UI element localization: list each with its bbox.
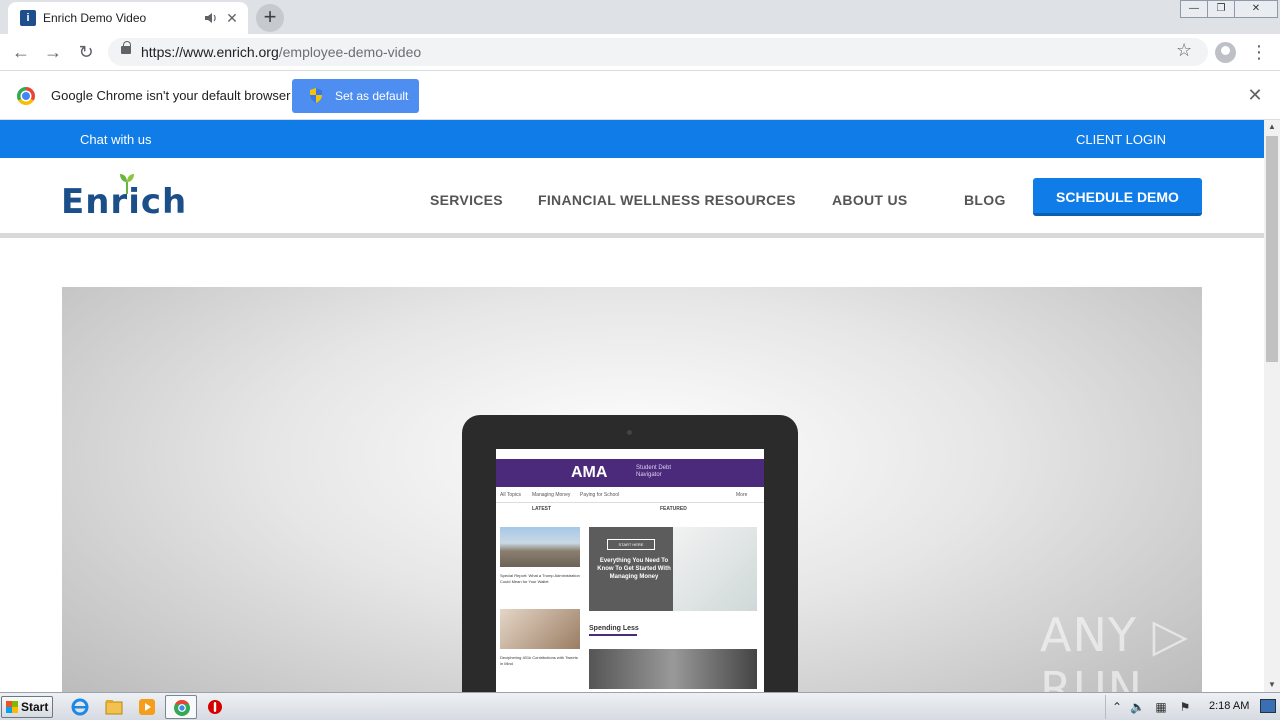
back-icon[interactable]: ← [9,41,33,65]
client-login-link[interactable]: CLIENT LOGIN [1076,132,1166,147]
screen-feature-card: START HERE Everything You Need To Know T… [589,527,757,611]
nav-blog[interactable]: BLOG [964,192,1006,208]
scroll-up-icon[interactable]: ▲ [1264,120,1280,134]
web-page: Chat with us CLIENT LOGIN Enrich SERVICE… [0,120,1264,692]
screen-article-1: Special Report: What a Trump Administrat… [500,573,580,584]
media-player-icon[interactable] [137,697,157,717]
screen-featured-heading: FEATURED [660,506,687,512]
screen-thumbnail-2 [500,609,580,649]
scroll-thumb[interactable] [1266,136,1278,362]
site-header: Enrich SERVICES FINANCIAL WELLNESS RESOU… [0,158,1264,238]
screen-topline [496,449,764,459]
screen-underline [589,634,637,636]
screen-nav-item: Paying for School [580,492,620,498]
start-label: Start [21,700,49,714]
nav-about-us[interactable]: ABOUT US [832,192,908,208]
show-desktop-icon[interactable] [1260,699,1276,713]
minimize-button[interactable]: — [1180,0,1208,18]
network-icon[interactable]: ▦ [1154,700,1168,714]
system-tray: ⌃ 🔈 ▦ ⚑ [1105,695,1280,719]
tab-title: Enrich Demo Video [43,11,147,25]
window-close-button[interactable]: ✕ [1234,0,1278,18]
action-center-flag-icon[interactable]: ⚑ [1178,700,1192,714]
screen-article-2: Deciphering 401k Contributions with Twee… [500,655,578,666]
screen-nav-item: More [736,492,748,498]
tablet-screen: AMA Student Debt Navigator All Topics Ma… [496,449,764,692]
screen-spending-less: Spending Less [589,625,639,632]
chrome-menu-icon[interactable]: ⋮ [1250,41,1268,65]
nav-services[interactable]: SERVICES [430,192,503,208]
nav-financial-wellness-resources[interactable]: FINANCIAL WELLNESS RESOURCES [538,192,796,208]
scroll-down-icon[interactable]: ▼ [1264,678,1280,692]
enrich-logo[interactable]: Enrich [61,182,187,222]
forward-icon[interactable]: → [41,41,65,65]
screen-thumbnail-3 [589,649,757,689]
url-path: /employee-demo-video [278,44,422,60]
windows-flag-icon [6,701,18,713]
file-explorer-icon[interactable] [104,697,124,717]
infobar-message: Google Chrome isn't your default browser [51,88,291,103]
browser-toolbar: ← → ↻ https://www.enrich.org/employee-de… [0,34,1280,71]
volume-icon[interactable]: 🔈 [1130,700,1145,714]
start-button[interactable]: Start [1,696,53,718]
show-hidden-icons-icon[interactable]: ⌃ [1110,700,1124,714]
tablet-image: AMA Student Debt Navigator All Topics Ma… [462,415,798,692]
url-host: https://www.enrich.org [141,44,279,60]
screen-header: AMA Student Debt Navigator [496,459,764,487]
lock-icon[interactable] [121,41,131,54]
screen-feature-illustration [673,527,757,611]
taskbar: Start ⌃ 🔈 ▦ ⚑ 2:18 AM [0,692,1280,720]
internet-explorer-icon[interactable] [70,697,90,717]
anyrun-watermark: ANY ▷ RUN [1040,608,1189,692]
chrome-taskbar-icon [174,700,190,716]
screen-latest-heading: LATEST [532,506,552,512]
taskbar-clock[interactable]: 2:18 AM [1209,700,1249,712]
ama-logo: AMA [571,464,608,481]
set-as-default-label: Set as default [335,89,409,103]
tab-strip: i Enrich Demo Video ✕ + — ❐ ✕ [0,0,1280,34]
site-top-bar: Chat with us CLIENT LOGIN [0,120,1264,158]
url-text[interactable]: https://www.enrich.org/employee-demo-vid… [141,44,421,60]
screen-nav-item: Managing Money [532,492,571,498]
page-scrollbar[interactable]: ▲ ▼ [1264,120,1280,692]
browser-tab[interactable]: i Enrich Demo Video ✕ [8,2,248,34]
mount-rushmore-thumbnail [500,527,580,567]
tab-close-icon[interactable]: ✕ [224,10,240,26]
screen-nav-item: All Topics [500,492,522,498]
ama-subtitle: Student Debt Navigator [636,465,672,478]
schedule-demo-button[interactable]: SCHEDULE DEMO [1033,178,1202,216]
address-bar[interactable]: https://www.enrich.org/employee-demo-vid… [108,38,1208,66]
demo-video-player[interactable]: AMA Student Debt Navigator All Topics Ma… [62,287,1202,692]
opera-icon[interactable] [205,697,225,717]
uac-shield-icon [310,88,322,103]
profile-avatar-icon[interactable] [1215,42,1236,63]
tablet-camera [627,430,632,435]
infobar-close-icon[interactable]: ✕ [1246,86,1264,104]
set-as-default-button[interactable]: Set as default [292,79,419,113]
reload-icon[interactable]: ↻ [74,41,98,65]
bookmark-star-icon[interactable]: ☆ [1176,40,1192,61]
restore-button[interactable]: ❐ [1207,0,1235,18]
new-tab-button[interactable]: + [256,4,284,32]
enrich-favicon-icon: i [20,10,36,26]
default-browser-infobar: Google Chrome isn't your default browser… [0,71,1280,120]
speaker-icon[interactable] [204,10,218,26]
screen-nav: All Topics Managing Money Paying for Sch… [496,487,764,503]
chrome-logo-icon [17,87,35,105]
screen-start-here: START HERE [607,539,655,550]
chat-with-us-link[interactable]: Chat with us [80,132,152,147]
screen-feature-text: Everything You Need To Know To Get Start… [597,558,671,580]
chrome-taskbar-button[interactable] [165,695,197,719]
